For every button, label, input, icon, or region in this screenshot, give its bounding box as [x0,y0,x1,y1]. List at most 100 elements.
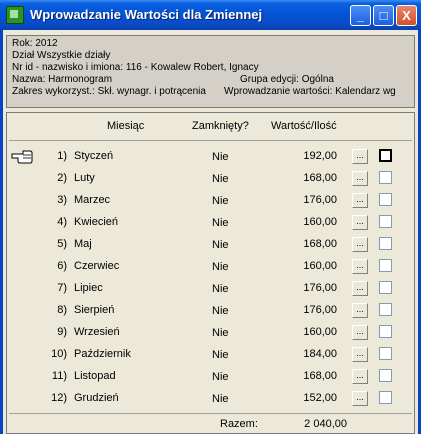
dialog-content: Rok: 2012 Dział Wszystkie działy Nr id -… [3,30,418,434]
table-row[interactable]: 12) Grudzień Nie 152,00... [7,389,412,411]
closed-status: Nie [212,349,229,361]
row-checkbox[interactable] [379,303,392,316]
row-checkbox[interactable] [379,237,392,250]
value-cell[interactable]: 168,00 [267,238,337,250]
row-number: 9) [57,326,67,338]
closed-status: Nie [212,195,229,207]
closed-status: Nie [212,371,229,383]
table-row[interactable]: 6) Czerwiec Nie 160,00... [7,257,412,279]
info-panel: Rok: 2012 Dział Wszystkie działy Nr id -… [6,35,415,108]
name-label: Nazwa: Harmonogram [12,74,113,85]
value-cell[interactable]: 168,00 [267,370,337,382]
value-cell[interactable]: 192,00 [267,150,337,162]
value-cell[interactable]: 184,00 [267,348,337,360]
value-cell[interactable]: 152,00 [267,392,337,404]
edit-group-label: Grupa edycji: Ogólna [240,74,334,85]
edit-button[interactable]: ... [352,391,368,406]
value-cell[interactable]: 168,00 [267,172,337,184]
edit-button[interactable]: ... [352,259,368,274]
maximize-button[interactable]: □ [373,5,394,26]
month-name: Październik [74,348,131,360]
table-row[interactable]: 1) Styczeń Nie 192,00... [7,147,412,169]
row-number: 4) [57,216,67,228]
row-checkbox[interactable] [379,325,392,338]
row-checkbox[interactable] [379,171,392,184]
value-cell[interactable]: 176,00 [267,304,337,316]
row-number: 7) [57,282,67,294]
close-button[interactable]: X [396,5,417,26]
closed-status: Nie [212,217,229,229]
table-row[interactable]: 4) Kwiecień Nie 160,00... [7,213,412,235]
row-checkbox[interactable] [379,391,392,404]
row-checkbox[interactable] [379,369,392,382]
table-row[interactable]: 8) Sierpień Nie 176,00... [7,301,412,323]
closed-status: Nie [212,151,229,163]
row-number: 1) [57,150,67,162]
closed-status: Nie [212,283,229,295]
row-checkbox[interactable] [379,149,392,162]
table-row[interactable]: 7) Lipiec Nie 176,00... [7,279,412,301]
table-row[interactable]: 11) Listopad Nie 168,00... [7,367,412,389]
table-row[interactable]: 5) Maj Nie 168,00... [7,235,412,257]
edit-button[interactable]: ... [352,237,368,252]
employee-label: Nr id - nazwisko i imiona: 116 - Kowalew… [12,62,259,73]
month-name: Marzec [74,194,111,206]
month-name: Czerwiec [74,260,120,272]
edit-button[interactable]: ... [352,325,368,340]
header-divider [9,140,412,141]
row-number: 10) [51,348,67,360]
month-name: Lipiec [74,282,103,294]
closed-status: Nie [212,173,229,185]
table-row[interactable]: 2) Luty Nie 168,00... [7,169,412,191]
footer-divider [9,413,412,414]
table-row[interactable]: 9) Wrzesień Nie 160,00... [7,323,412,345]
header-closed: Zamknięty? [192,120,249,132]
month-name: Wrzesień [74,326,120,338]
edit-button[interactable]: ... [352,281,368,296]
edit-button[interactable]: ... [352,171,368,186]
row-checkbox[interactable] [379,281,392,294]
row-number: 11) [51,370,67,382]
edit-button[interactable]: ... [352,369,368,384]
month-name: Listopad [74,370,116,382]
edit-button[interactable]: ... [352,149,368,164]
closed-status: Nie [212,327,229,339]
row-checkbox[interactable] [379,347,392,360]
dialog-window: Wprowadzanie Wartości dla Zmiennej _ □ X… [0,0,421,434]
app-icon [6,6,24,24]
value-cell[interactable]: 160,00 [267,216,337,228]
month-name: Kwiecień [74,216,119,228]
month-name: Luty [74,172,95,184]
value-cell[interactable]: 176,00 [267,282,337,294]
month-name: Sierpień [74,304,115,316]
table-row[interactable]: 10) Październik Nie 184,00... [7,345,412,367]
row-number: 5) [57,238,67,250]
month-name: Grudzień [74,392,119,404]
input-mode-label: Wprowadzanie wartości: Kalendarz wg [224,86,396,97]
row-checkbox[interactable] [379,193,392,206]
edit-button[interactable]: ... [352,347,368,362]
window-title: Wprowadzanie Wartości dla Zmiennej [30,7,263,22]
total-value: 2 040,00 [304,418,347,430]
title-bar[interactable]: Wprowadzanie Wartości dla Zmiennej _ □ X [0,0,421,30]
edit-button[interactable]: ... [352,303,368,318]
row-number: 3) [57,194,67,206]
closed-status: Nie [212,305,229,317]
months-grid: Miesiąc Zamknięty? Wartość/Ilość 1) Stycz… [6,112,415,434]
header-value: Wartość/Ilość [271,120,337,132]
minimize-button[interactable]: _ [350,5,371,26]
edit-button[interactable]: ... [352,193,368,208]
value-cell[interactable]: 160,00 [267,326,337,338]
usage-range-label: Zakres wykorzyst.: Skł. wynagr. i potrąc… [12,86,206,97]
value-cell[interactable]: 176,00 [267,194,337,206]
row-number: 12) [51,392,67,404]
edit-button[interactable]: ... [352,215,368,230]
row-checkbox[interactable] [379,215,392,228]
table-row[interactable]: 3) Marzec Nie 176,00... [7,191,412,213]
month-name: Maj [74,238,92,250]
row-number: 2) [57,172,67,184]
value-cell[interactable]: 160,00 [267,260,337,272]
row-checkbox[interactable] [379,259,392,272]
year-label: Rok: 2012 [12,38,58,49]
closed-status: Nie [212,239,229,251]
